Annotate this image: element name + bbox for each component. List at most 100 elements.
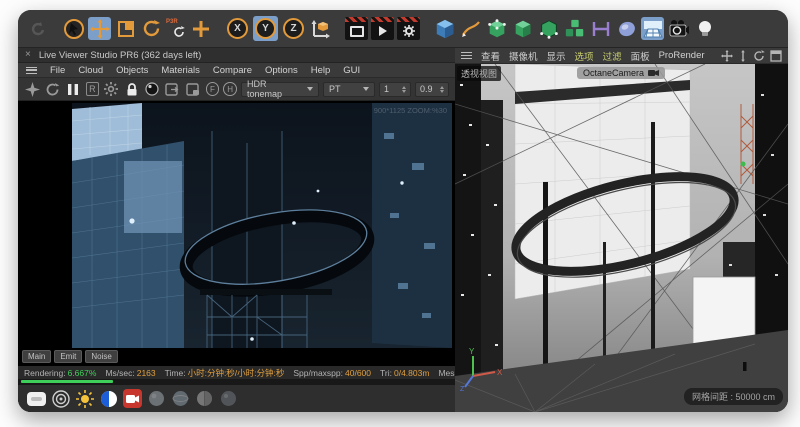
- target-passes-icon[interactable]: [51, 389, 70, 408]
- sphere-deformer-icon[interactable]: [615, 17, 638, 40]
- live-selection-icon[interactable]: [62, 17, 85, 40]
- menu-compare[interactable]: Compare: [213, 65, 252, 76]
- render-resolution-overlay: 900*1125 ZOOM:%30: [374, 106, 447, 115]
- edit-points-icon[interactable]: [485, 17, 508, 40]
- psr-lock-icon[interactable]: P3R: [166, 18, 186, 40]
- vp-menu-filter[interactable]: 过滤: [603, 49, 622, 63]
- vp-menu-options[interactable]: 选项: [575, 49, 594, 63]
- shaded-sphere-icon[interactable]: [219, 389, 238, 408]
- array-clones-icon[interactable]: [563, 17, 586, 40]
- status-rendering: Rendering:6.667%: [24, 368, 96, 378]
- zoom-view-icon[interactable]: [738, 50, 748, 62]
- history-icon[interactable]: [26, 17, 49, 40]
- cube-primitive-icon[interactable]: [433, 17, 456, 40]
- camera-label-text: OctaneCamera: [583, 68, 644, 78]
- exposure-stepper[interactable]: 0.9: [415, 82, 449, 97]
- z-axis-label: Z: [283, 18, 304, 39]
- camera-object-icon[interactable]: [667, 17, 690, 40]
- vp-menu-panel[interactable]: 面板: [631, 49, 650, 63]
- viewport-3d-view[interactable]: 透视视图 OctaneCamera 网格间距 : 50000 cm Y X Z: [455, 64, 788, 412]
- vp-menu-camera[interactable]: 摄像机: [509, 49, 538, 63]
- display-mode-icon[interactable]: [27, 389, 46, 408]
- axis-gizmo[interactable]: Y X Z: [459, 346, 505, 392]
- pen-spline-icon[interactable]: [459, 17, 482, 40]
- rotate-view-icon[interactable]: [753, 50, 765, 62]
- render-picture-viewer-icon[interactable]: [371, 17, 394, 40]
- viewport-burger-icon[interactable]: [461, 52, 472, 59]
- lock-resolution-icon[interactable]: [124, 81, 141, 98]
- exposure-value: 0.9: [420, 84, 436, 94]
- menu-objects[interactable]: Objects: [116, 65, 148, 76]
- pause-render-icon[interactable]: [65, 81, 82, 98]
- close-icon[interactable]: ×: [25, 50, 31, 60]
- pan-view-icon[interactable]: [721, 50, 733, 62]
- camera-tag-icon: [648, 69, 659, 77]
- y-axis-label: Y: [255, 18, 276, 39]
- menu-cloud[interactable]: Cloud: [78, 65, 103, 76]
- kernel-value: PT: [329, 84, 341, 94]
- tab-main[interactable]: Main: [22, 350, 51, 363]
- lv-settings-gear-icon[interactable]: [103, 81, 120, 98]
- add-object-icon[interactable]: [189, 17, 212, 40]
- render-view-icon[interactable]: [345, 17, 368, 40]
- vp-menu-display[interactable]: 显示: [547, 49, 566, 63]
- tri-value: 0/4.803m: [394, 368, 429, 378]
- render-pass-tabs: Main Emit Noise: [22, 350, 118, 363]
- checker-sphere-icon[interactable]: [195, 389, 214, 408]
- region-render-button[interactable]: R: [86, 82, 100, 96]
- axis-z-label: Z: [460, 386, 465, 392]
- menu-file[interactable]: File: [50, 65, 65, 76]
- measure-spline-icon[interactable]: [589, 17, 612, 40]
- scale-tool-icon[interactable]: [114, 17, 137, 40]
- tab-emit[interactable]: Emit: [54, 350, 82, 363]
- save-pass-icon[interactable]: [165, 81, 182, 98]
- sun-light-icon[interactable]: [75, 389, 94, 408]
- vp-menu-view[interactable]: 查看: [481, 49, 500, 63]
- material-picker-button[interactable]: H: [223, 82, 237, 96]
- tab-noise[interactable]: Noise: [85, 350, 117, 363]
- passes-stepper[interactable]: 1: [379, 82, 411, 97]
- light-object-icon[interactable]: [693, 17, 716, 40]
- stepper-arrows-icon[interactable]: [402, 86, 406, 93]
- edit-model-icon[interactable]: [511, 17, 534, 40]
- x-axis-button[interactable]: X: [225, 16, 250, 41]
- menu-materials[interactable]: Materials: [161, 65, 200, 76]
- menu-help[interactable]: Help: [311, 65, 331, 76]
- live-viewer-titlebar: × Live Viewer Studio PR6 (362 days left): [18, 48, 455, 63]
- move-tool-icon[interactable]: [88, 17, 111, 40]
- live-viewer-title: Live Viewer Studio PR6 (362 days left): [39, 50, 201, 61]
- daylight-toggle-icon[interactable]: [99, 389, 118, 408]
- floor-environment-icon[interactable]: [641, 17, 664, 40]
- live-viewer-toolbar: R F H HDR tonemap: [18, 78, 455, 101]
- environment-sphere-icon[interactable]: [147, 389, 166, 408]
- passes-value: 1: [384, 84, 398, 94]
- material-ball-icon[interactable]: [144, 81, 161, 98]
- octane-camera-tag-icon[interactable]: [123, 389, 142, 408]
- texture-sphere-icon[interactable]: [171, 389, 190, 408]
- coordinate-system-icon[interactable]: [309, 17, 332, 40]
- tonemap-dropdown[interactable]: HDR tonemap: [241, 82, 319, 97]
- axis-y-label: Y: [469, 347, 475, 356]
- progress-fill: [21, 380, 113, 383]
- restart-render-icon[interactable]: [45, 81, 62, 98]
- kernel-dropdown[interactable]: PT: [323, 82, 375, 97]
- render-canvas[interactable]: 900*1125 ZOOM:%30 Main Emit Noise: [18, 101, 455, 366]
- edit-edges-icon[interactable]: [537, 17, 560, 40]
- clay-mode-icon[interactable]: [185, 81, 202, 98]
- y-axis-button[interactable]: Y: [253, 16, 278, 41]
- vp-menu-prorender[interactable]: ProRender: [659, 50, 705, 61]
- toggle-panel-icon[interactable]: [770, 50, 782, 62]
- kernel-star-icon[interactable]: [24, 81, 41, 98]
- focus-picker-button[interactable]: F: [206, 82, 220, 96]
- menu-gui[interactable]: GUI: [343, 65, 360, 76]
- rotate-tool-icon[interactable]: [140, 17, 163, 40]
- menu-burger-icon[interactable]: [26, 67, 37, 74]
- cinema4d-window: P3R X Y Z: [18, 10, 788, 412]
- octane-camera-label[interactable]: OctaneCamera: [577, 67, 665, 79]
- render-settings-icon[interactable]: [397, 17, 420, 40]
- menu-options[interactable]: Options: [265, 65, 298, 76]
- axis-x-label: X: [497, 368, 503, 377]
- z-axis-button[interactable]: Z: [281, 16, 306, 41]
- x-axis-label: X: [227, 18, 248, 39]
- stepper-arrows-icon[interactable]: [440, 86, 444, 93]
